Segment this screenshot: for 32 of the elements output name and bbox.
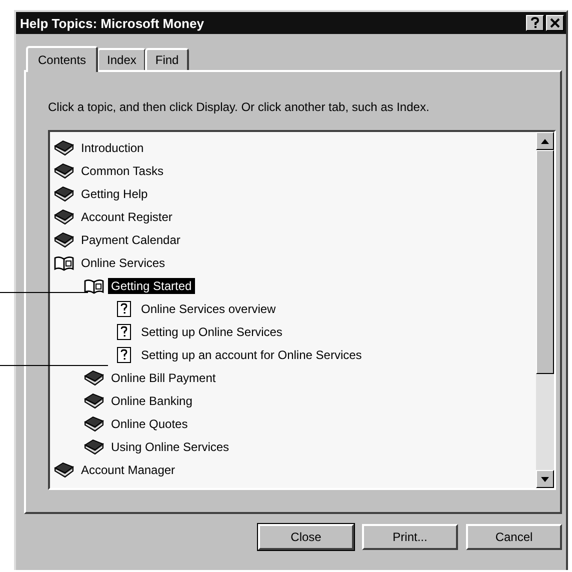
- scrollbar[interactable]: [536, 132, 554, 488]
- tree-item[interactable]: Account Manager: [78, 462, 178, 478]
- close-icon: [550, 18, 560, 28]
- tree-item[interactable]: Online Banking: [108, 392, 196, 408]
- tree-item[interactable]: Introduction: [78, 140, 147, 156]
- close-button[interactable]: [546, 15, 564, 31]
- dialog-button[interactable]: Print...: [362, 524, 458, 550]
- tree-item[interactable]: Online Quotes: [108, 416, 191, 432]
- help-page-icon: [114, 300, 134, 316]
- tree-item[interactable]: Using Online Services: [108, 438, 232, 454]
- question-mark-icon: [530, 17, 540, 29]
- tree-item[interactable]: Payment Calendar: [78, 232, 184, 248]
- tree-item[interactable]: Setting up an account for Online Services: [138, 346, 365, 362]
- dialog-button[interactable]: Close: [258, 524, 354, 550]
- instruction-text: Click a topic, and then click Display. Or click another tab, such as Index.: [48, 100, 430, 114]
- tree-item[interactable]: Common Tasks: [78, 162, 166, 178]
- tab[interactable]: Contents: [26, 46, 98, 72]
- dialog-button[interactable]: Cancel: [466, 524, 562, 550]
- tree-item[interactable]: Account Register: [78, 208, 176, 224]
- scroll-thumb[interactable]: [536, 150, 554, 374]
- help-page-icon: [114, 324, 134, 340]
- tree-item[interactable]: Setting up Online Services: [138, 324, 286, 340]
- window-title: Help Topics: Microsoft Money: [20, 16, 204, 30]
- help-button[interactable]: [526, 15, 544, 31]
- tree-item[interactable]: Getting Help: [78, 186, 151, 202]
- tab[interactable]: Find: [145, 48, 189, 70]
- tree-item[interactable]: Online Services: [78, 254, 168, 270]
- tab[interactable]: Index: [97, 48, 146, 70]
- tree-item[interactable]: Getting Started: [108, 278, 195, 294]
- tree-item[interactable]: Online Services overview: [138, 300, 279, 316]
- tree-item[interactable]: Online Bill Payment: [108, 370, 219, 386]
- help-page-icon: [114, 346, 134, 362]
